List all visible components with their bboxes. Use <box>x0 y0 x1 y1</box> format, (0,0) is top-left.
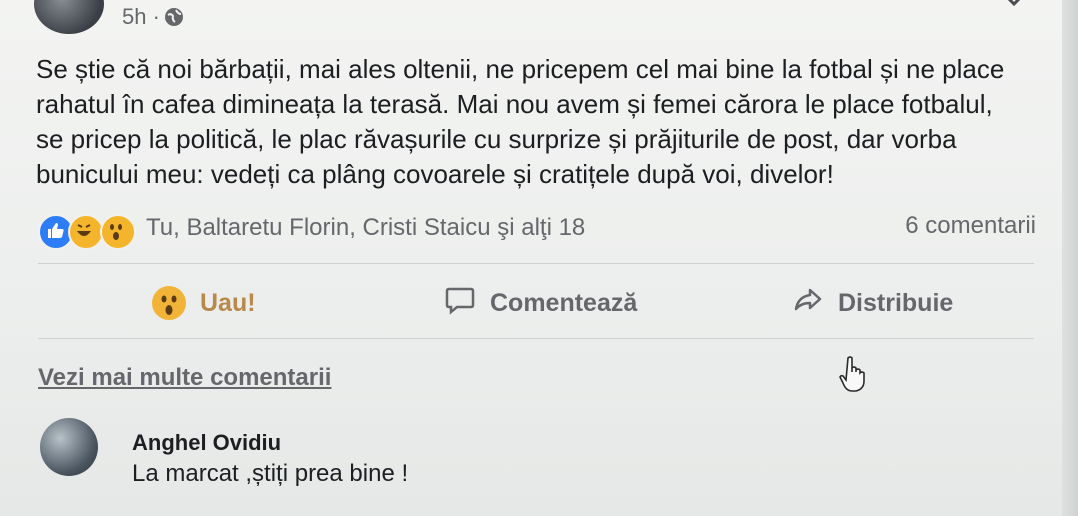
divider <box>38 263 1034 264</box>
post-text-line: rahatul în cafea dimineața la terasă. Ma… <box>36 89 993 119</box>
reaction-icons[interactable] <box>38 214 142 250</box>
post-text-line: Se știe că noi bărbații, mai ales olteni… <box>36 54 1005 84</box>
share-button-label: Distribuie <box>838 288 954 317</box>
post-text: Se știe că noi bărbații, mai ales olteni… <box>36 52 1046 192</box>
post-meta: 5h · <box>122 4 184 30</box>
reactions-summary[interactable]: Tu, Baltaretu Florin, Cristi Staicu şi a… <box>38 212 1038 250</box>
hand-cursor-icon <box>838 354 868 394</box>
reaction-names[interactable]: Tu, Baltaretu Florin, Cristi Staicu şi a… <box>146 214 585 242</box>
haha-icon <box>68 214 104 250</box>
wow-reaction-icon <box>152 286 186 320</box>
comment-button[interactable]: Comentează <box>444 283 637 323</box>
globe-icon <box>164 7 184 27</box>
wow-icon <box>100 214 136 250</box>
comment-text: La marcat ,știți prea bine ! <box>132 460 409 487</box>
reaction-button-label: Uau! <box>200 288 256 317</box>
more-comments-link[interactable]: Vezi mai multe comentarii <box>38 364 331 392</box>
close-icon[interactable] <box>994 0 1034 16</box>
post-text-line: bunicului meu: vedeți ca plâng covoarele… <box>36 159 834 189</box>
reaction-button[interactable]: Uau! <box>152 283 256 323</box>
facebook-post: 5h · Se știe că noi bărbații, mai ales o… <box>0 0 1078 516</box>
share-icon <box>792 284 824 323</box>
avatar[interactable] <box>40 418 98 476</box>
comment-button-label: Comentează <box>490 288 638 317</box>
post-text-line: se pricep la politică, le plac răvașuril… <box>36 124 957 154</box>
author-avatar[interactable] <box>34 0 104 34</box>
screen-edge <box>1062 0 1078 516</box>
comment-icon <box>444 284 476 323</box>
comment-author[interactable]: Anghel Ovidiu <box>132 430 281 456</box>
post-time[interactable]: 5h · <box>122 4 160 30</box>
comment-count[interactable]: 6 comentarii <box>905 212 1036 240</box>
share-button[interactable]: Distribuie <box>792 283 953 323</box>
divider <box>38 338 1034 339</box>
